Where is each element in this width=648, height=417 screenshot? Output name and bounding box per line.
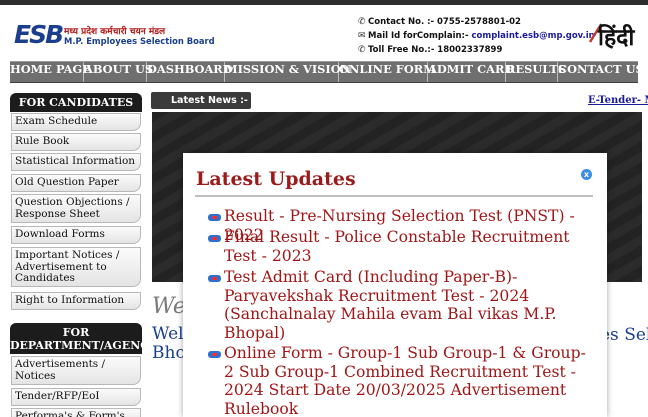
- modal-title: Latest Updates: [196, 168, 356, 190]
- latest-news-ticker: Latest News :- E-Tender- M: [151, 91, 648, 110]
- welcome-line-2: Bho: [152, 343, 186, 363]
- nav-online-form[interactable]: ONLINE FORM: [339, 62, 436, 82]
- logo-english-name: M.P. Employees Selection Board: [64, 36, 215, 46]
- contact-block: ✆ Contact No. :- 0755-2578801-02 ✉ Mail Id…: [358, 15, 595, 59]
- main-nav: HOME PAGE ABOUT US DASHBOARD MISSION & V…: [10, 61, 644, 83]
- sidebar-item-advertisements-notices[interactable]: Advertisements / Notices: [11, 356, 141, 385]
- sidebar-item-exam-schedule[interactable]: Exam Schedule: [11, 113, 141, 131]
- department-heading: FOR DEPARTMENT/AGENCIES: [10, 323, 170, 354]
- update-link[interactable]: Online Form - Group-1 Sub Group-1 & Grou…: [208, 344, 595, 417]
- welcome-script-heading: We: [152, 294, 186, 319]
- new-badge-icon: [208, 351, 221, 358]
- sidebar-item-old-question-paper[interactable]: Old Question Paper: [11, 174, 141, 192]
- phone-icon: ✆: [358, 17, 366, 27]
- update-link[interactable]: Final Result - Police Constable Recruitm…: [208, 228, 595, 265]
- welcome-right-fragment: es Sel: [600, 325, 648, 345]
- language-toggle-hindi[interactable]: हिंदी: [588, 18, 640, 51]
- update-item[interactable]: Final Result - Police Constable Recruitm…: [208, 228, 595, 265]
- welcome-paragraph: Wel Bho: [152, 325, 186, 363]
- language-toggle-label: हिंदी: [598, 25, 635, 51]
- latest-news-label: Latest News :-: [151, 92, 251, 109]
- complaint-mail-link[interactable]: complaint.esb@mp.gov.in: [471, 31, 594, 41]
- phone-icon: ✆: [358, 45, 366, 55]
- nav-admit-card[interactable]: ADMIT CARD: [428, 62, 514, 82]
- close-icon[interactable]: x: [581, 169, 592, 180]
- sidebar-item-rule-book[interactable]: Rule Book: [11, 133, 141, 151]
- update-item[interactable]: Test Admit Card (Including Paper-B)- Par…: [208, 268, 595, 342]
- ticker-link[interactable]: E-Tender- M: [588, 95, 648, 106]
- new-badge-icon: [208, 235, 221, 242]
- candidates-heading: FOR CANDIDATES: [10, 93, 142, 112]
- mail-icon: ✉: [358, 31, 366, 41]
- latest-updates-modal: Latest Updates x Result - Pre-Nursing Se…: [183, 153, 607, 417]
- sidebar-item-right-to-information[interactable]: Right to Information: [11, 292, 141, 310]
- sidebar-item-important-notices[interactable]: Important Notices / Advertisement to Can…: [11, 247, 141, 287]
- modal-divider: [195, 195, 593, 197]
- nav-about-us[interactable]: ABOUT US: [84, 62, 153, 82]
- sidebar-item-question-objections[interactable]: Question Objections / Response Sheet: [11, 194, 141, 223]
- update-link[interactable]: Test Admit Card (Including Paper-B)- Par…: [208, 268, 595, 342]
- welcome-line-1: Wel: [152, 324, 184, 344]
- sidebar-item-performas-forms[interactable]: Performa's & Form's: [11, 408, 141, 417]
- nav-dashboard[interactable]: DASHBOARD: [147, 62, 233, 82]
- update-item[interactable]: Online Form - Group-1 Sub Group-1 & Grou…: [208, 344, 595, 417]
- nav-contact-us[interactable]: CONTACT US: [558, 62, 644, 82]
- sidebar-item-tender-rfp-eoi[interactable]: Tender/RFP/EoI: [11, 388, 141, 406]
- logo-mark: ESB: [14, 20, 64, 49]
- new-badge-icon: [208, 275, 221, 282]
- nav-results[interactable]: RESULTS: [506, 62, 566, 82]
- sidebar-item-statistical-information[interactable]: Statistical Information: [11, 153, 141, 171]
- nav-mission-vision[interactable]: MISSION & VISION: [225, 62, 351, 82]
- sidebar-item-download-forms[interactable]: Download Forms: [11, 226, 141, 244]
- nav-home[interactable]: HOME PAGE: [10, 62, 91, 82]
- top-strip: [0, 0, 648, 5]
- contact-number: ✆ Contact No. :- 0755-2578801-02: [358, 17, 521, 27]
- esb-logo[interactable]: ESB मध्य प्रदेश कर्मचारी चयन मंडल M.P. E…: [14, 20, 215, 51]
- complaint-mail: ✉ Mail Id forComplain:- complaint.esb@mp.…: [358, 31, 595, 41]
- new-badge-icon: [208, 214, 221, 221]
- toll-free-number: ✆ Toll Free No.:- 18002337899: [358, 45, 503, 55]
